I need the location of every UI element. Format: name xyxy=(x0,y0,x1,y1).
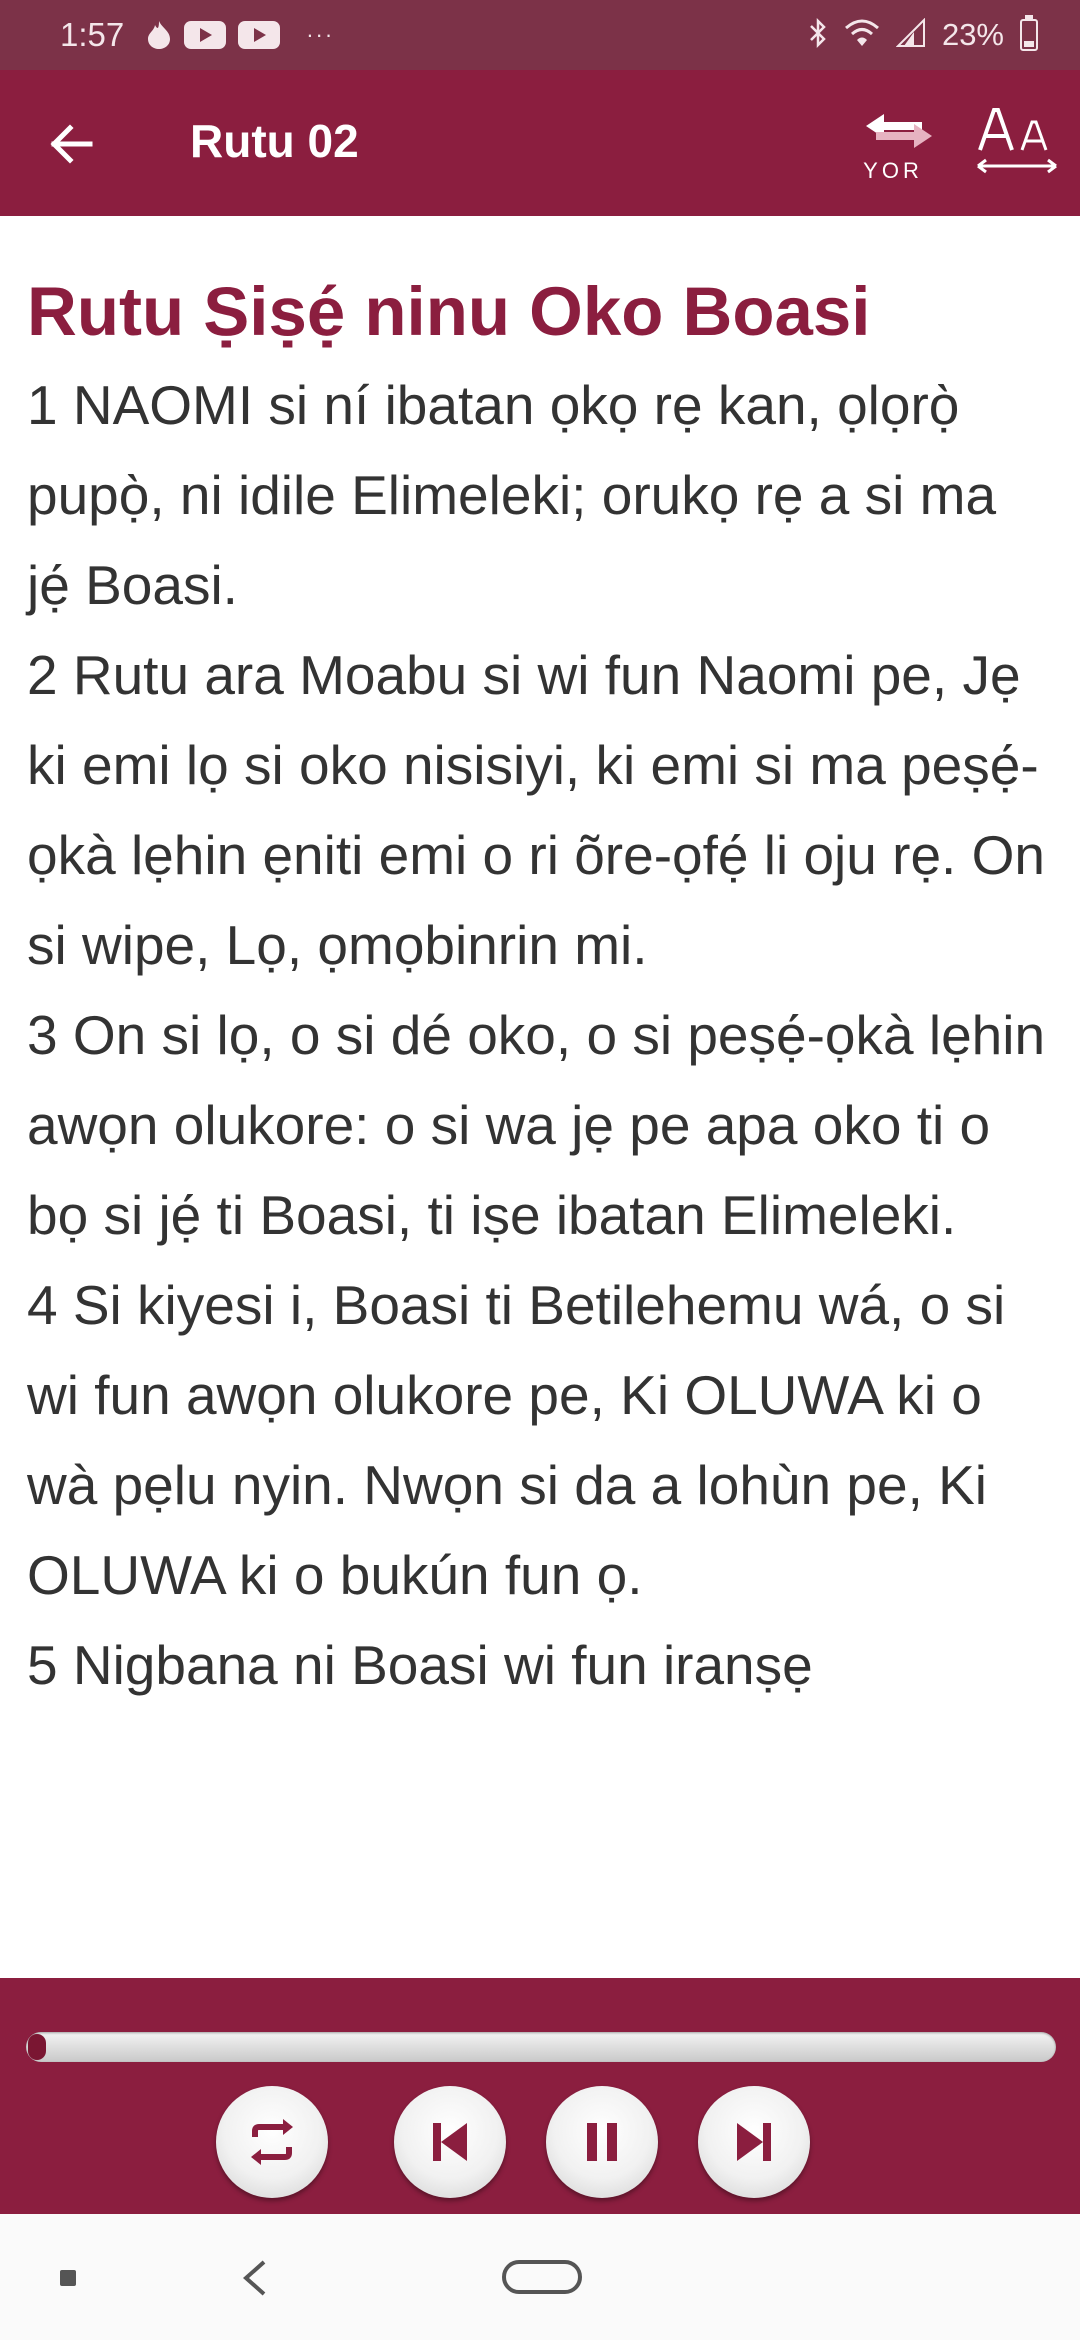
audio-player xyxy=(0,1978,1080,2214)
status-time: 1:57 xyxy=(60,16,125,53)
pause-button[interactable] xyxy=(546,2086,658,2198)
verse-text: 2 Rutu ara Moabu si wi fun Naomi pe, Jẹ … xyxy=(27,644,1045,976)
status-bar: 1:57 ··· 23% xyxy=(0,0,1080,70)
verse-text: 5 Nigbana ni Boasi wi fun iranṣẹ xyxy=(27,1634,813,1696)
verse-text: 3 On si lọ, o si dé oko, o si peṣẹ́-ọkà … xyxy=(27,1004,1046,1246)
bluetooth-icon xyxy=(808,17,828,54)
chapter-content[interactable]: Rutu Ṣiṣẹ́ ninu Oko Boasi 1 NAOMI si ní … xyxy=(0,216,1080,1978)
arrow-left-icon[interactable] xyxy=(46,118,102,170)
repeat-icon xyxy=(251,2119,293,2165)
back-icon[interactable] xyxy=(238,2258,272,2298)
app-bar: Rutu 02 YOR xyxy=(0,70,1080,216)
next-button[interactable] xyxy=(698,2086,810,2198)
overflow-dots: ··· xyxy=(306,22,335,47)
progress-fill xyxy=(28,2034,46,2060)
progress-slider[interactable] xyxy=(26,2032,1056,2062)
page-title: Rutu 02 xyxy=(190,115,359,167)
previous-button[interactable] xyxy=(394,2086,506,2198)
repeat-button[interactable] xyxy=(216,2086,328,2198)
youtube-icon xyxy=(184,21,227,49)
language-toggle-button[interactable]: YOR xyxy=(848,108,938,186)
system-nav-bar xyxy=(0,2214,1080,2340)
signal-icon xyxy=(895,17,926,53)
verse-text: 4 Si kiyesi i, Boasi ti Betilehemu wá, o… xyxy=(27,1274,1006,1606)
chapter-heading: Rutu Ṣiṣẹ́ ninu Oko Boasi xyxy=(27,273,871,350)
wifi-icon xyxy=(844,18,880,53)
language-label: YOR xyxy=(863,158,923,183)
flame-icon xyxy=(146,20,172,50)
font-size-icon[interactable] xyxy=(974,104,1060,184)
swap-arrows-icon xyxy=(848,114,938,158)
battery-percent: 23% xyxy=(941,17,1004,52)
pause-icon xyxy=(587,2123,617,2161)
recents-icon[interactable] xyxy=(60,2270,76,2286)
skip-previous-icon xyxy=(433,2123,467,2161)
battery-icon xyxy=(1020,15,1038,51)
skip-next-icon xyxy=(737,2123,771,2161)
verse-text: 1 NAOMI si ní ibatan ọkọ rẹ kan, ọlọrọ̀ … xyxy=(27,374,997,616)
home-icon[interactable] xyxy=(502,2260,582,2294)
youtube-icon xyxy=(238,21,281,49)
